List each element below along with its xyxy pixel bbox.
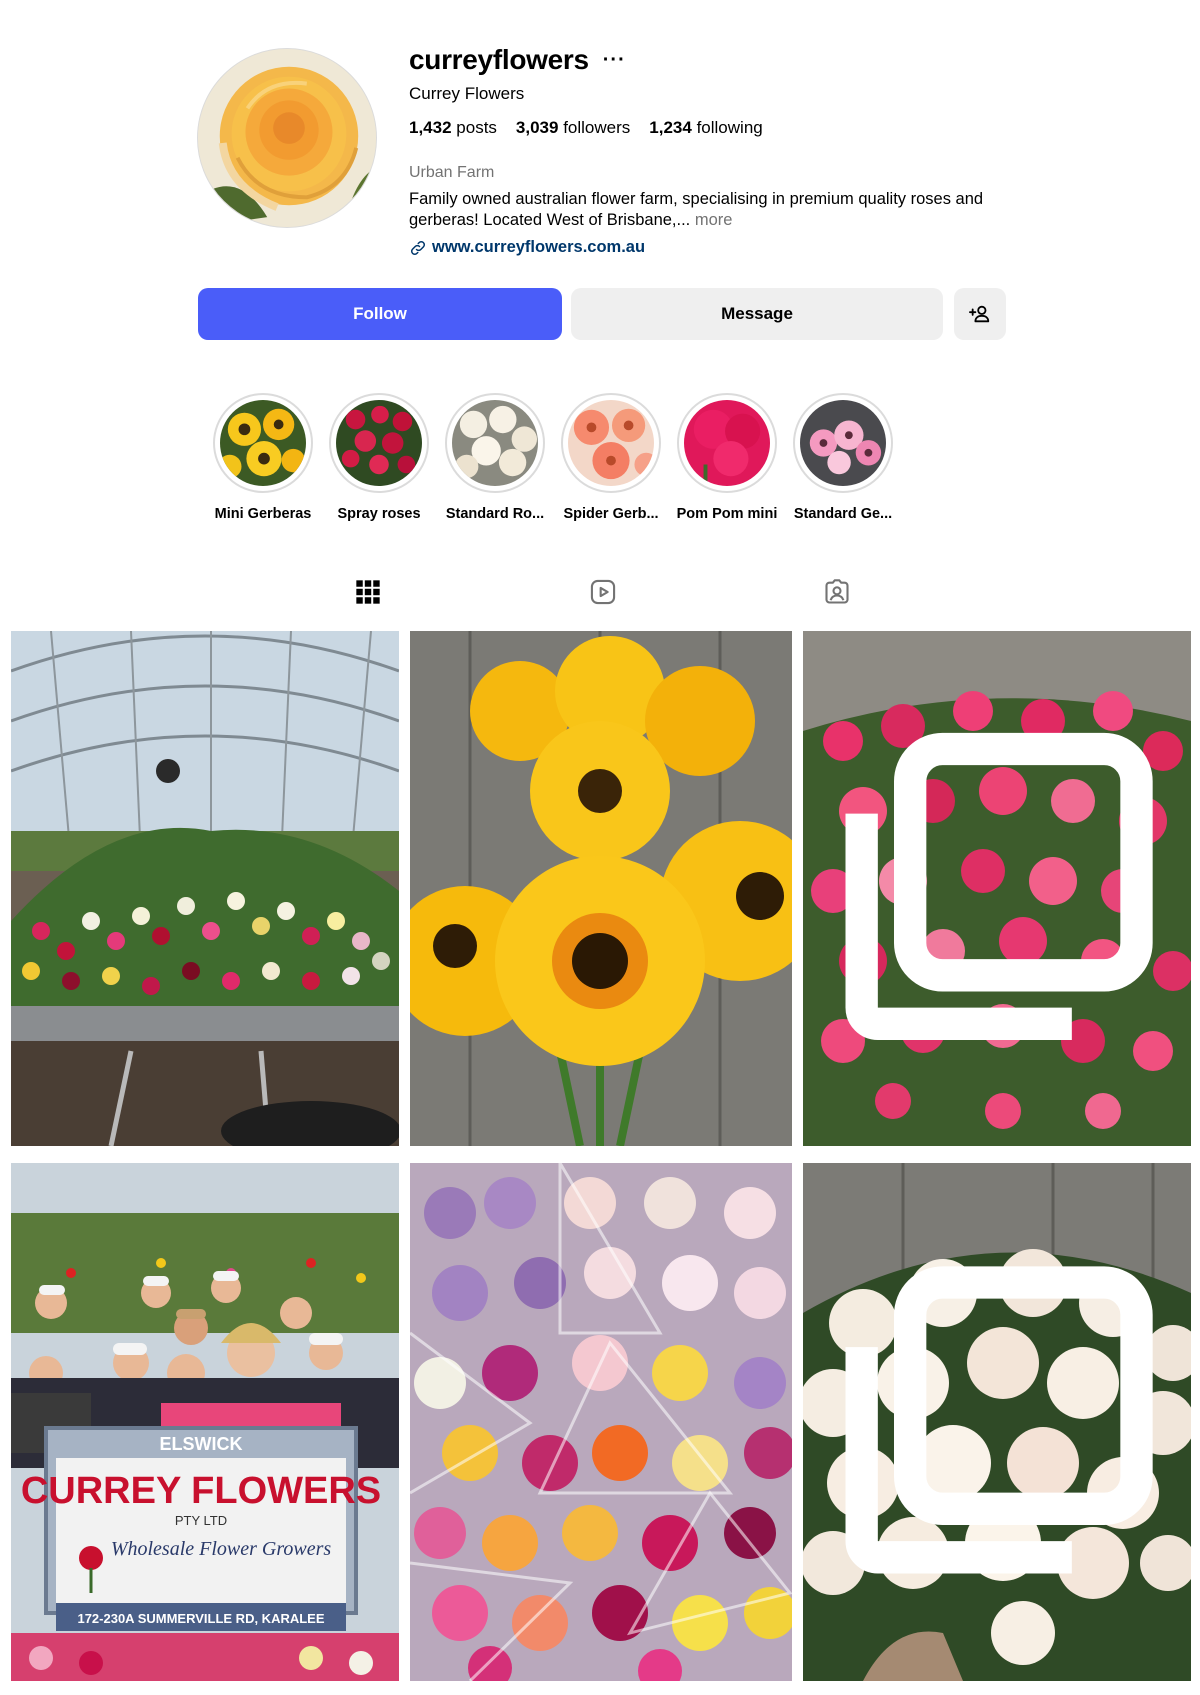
following-count: 1,234 [649, 118, 692, 137]
post-tile[interactable]: ELSWICK CURREY FLOWERS PTY LTD Wholesale… [11, 1163, 399, 1681]
post-tile[interactable] [11, 631, 399, 1146]
profile-stats: 1,432 posts 3,039 followers 1,234 follow… [409, 118, 782, 138]
profile-category: Urban Farm [409, 164, 495, 181]
highlight-cover [568, 400, 654, 486]
website-link[interactable]: www.curreyflowers.com.au [409, 238, 645, 257]
highlight-ring [329, 393, 429, 493]
yellow-gerberas-image [410, 631, 792, 1146]
highlight-cover [684, 400, 770, 486]
highlight-label: Spray roses [337, 506, 421, 522]
posts-label: posts [456, 118, 497, 137]
website-url: www.curreyflowers.com.au [432, 238, 646, 256]
highlight-ring [445, 393, 545, 493]
link-icon [410, 240, 426, 255]
multiple-images-icon [845, 1266, 1153, 1574]
post-tile[interactable] [410, 631, 792, 1146]
sign-line-elswick: ELSWICK [160, 1434, 243, 1454]
highlight-ring [677, 393, 777, 493]
posts-stat[interactable]: 1,432 posts [409, 118, 497, 138]
username-row: curreyflowers ··· [409, 42, 626, 78]
highlight-label: Mini Gerberas [214, 506, 312, 522]
following-label: following [696, 118, 763, 137]
highlight-label: Standard Ge... [793, 506, 893, 522]
ellipsis-icon[interactable]: ··· [603, 50, 626, 70]
highlight-cover [452, 400, 538, 486]
tab-tagged[interactable] [823, 578, 851, 606]
posts-count: 1,432 [409, 118, 452, 137]
tab-posts[interactable] [354, 578, 382, 606]
profile-bio: Family owned australian flower farm, spe… [409, 189, 1009, 231]
highlight-pom-pom-mini[interactable]: Pom Pom mini [669, 393, 785, 522]
highlight-ring [213, 393, 313, 493]
message-button[interactable]: Message [571, 288, 943, 340]
story-highlights: Mini Gerberas Spray roses Standard Ro... [205, 393, 901, 522]
add-person-icon [969, 305, 990, 323]
highlight-label: Standard Ro... [445, 506, 545, 522]
sign-line-name: CURREY FLOWERS [21, 1470, 381, 1512]
sign-line-wholesale: Wholesale Flower Growers [111, 1538, 332, 1560]
post-tile[interactable] [803, 1163, 1191, 1681]
highlight-ring [793, 393, 893, 493]
highlight-ring [561, 393, 661, 493]
profile-avatar[interactable] [197, 48, 377, 228]
staff-group-photo: ELSWICK CURREY FLOWERS PTY LTD Wholesale… [11, 1163, 399, 1681]
follow-button[interactable]: Follow [198, 288, 562, 340]
highlight-cover [220, 400, 306, 486]
yellow-rose-image [198, 49, 376, 227]
highlight-standard-roses[interactable]: Standard Ro... [437, 393, 553, 522]
highlight-standard-gerberas[interactable]: Standard Ge... [785, 393, 901, 522]
tab-reels[interactable] [589, 578, 617, 606]
suggested-accounts-button[interactable] [954, 288, 1006, 340]
followers-stat[interactable]: 3,039 followers [516, 118, 630, 138]
grid-icon [356, 580, 380, 604]
sign-line-ptyltd: PTY LTD [175, 1513, 227, 1528]
full-name: Currey Flowers [409, 84, 525, 103]
highlight-spider-gerberas[interactable]: Spider Gerb... [553, 393, 669, 522]
highlight-label: Spider Gerb... [563, 506, 659, 522]
followers-count: 3,039 [515, 118, 559, 137]
post-tile[interactable] [410, 1163, 792, 1681]
highlight-cover [800, 400, 886, 486]
highlight-spray-roses[interactable]: Spray roses [321, 393, 437, 522]
following-stat[interactable]: 1,234 following [649, 118, 762, 138]
highlight-label: Pom Pom mini [676, 506, 778, 522]
reels-icon [590, 579, 616, 605]
greenhouse-roses-image [11, 631, 399, 1146]
tagged-icon [825, 579, 849, 604]
multiple-images-icon [845, 732, 1153, 1040]
highlight-mini-gerberas[interactable]: Mini Gerberas [205, 393, 321, 522]
sign-line-address: 172-230A SUMMERVILLE RD, KARALEE [77, 1611, 324, 1626]
followers-label: followers [563, 118, 631, 137]
username: curreyflowers [409, 44, 589, 75]
bio-more-link[interactable]: more [695, 211, 733, 229]
post-tile[interactable] [803, 631, 1191, 1146]
wrapped-rose-bunches-image [410, 1163, 792, 1681]
highlight-cover [336, 400, 422, 486]
